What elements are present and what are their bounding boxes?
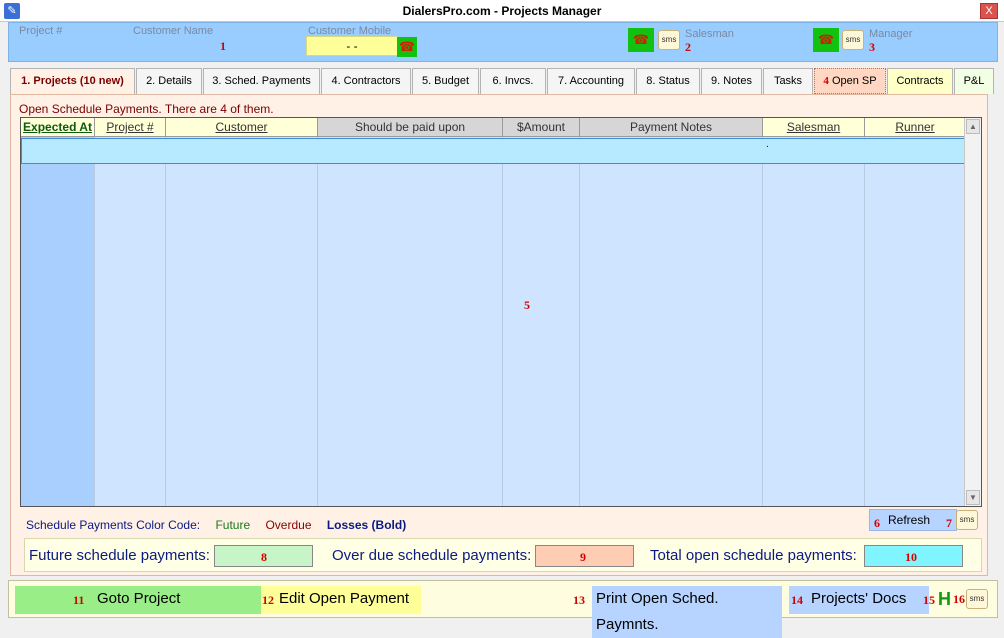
header-runner[interactable]: Runner <box>865 118 966 137</box>
header-expected-at[interactable]: Expected At <box>21 118 95 137</box>
salesman-sms-icon[interactable]: sms <box>658 30 680 50</box>
customer-mobile-field[interactable]: - - <box>306 36 398 56</box>
tab-open-sp-label: Open SP <box>831 75 877 87</box>
marker-1: 1 <box>220 39 226 53</box>
customer-phone-icon[interactable]: ☎ <box>397 37 417 57</box>
bottom-sms-icon[interactable]: sms <box>966 589 988 609</box>
header-customer[interactable]: Customer <box>166 118 318 137</box>
tab-pl[interactable]: P&L <box>954 68 994 94</box>
marker-16: 16 <box>953 592 965 606</box>
scroll-down-icon[interactable]: ▼ <box>966 490 980 505</box>
project-number-label: Project # <box>19 25 63 37</box>
h-button[interactable]: 15 H <box>923 586 953 614</box>
title-bar: ✎ DialersPro.com - Projects Manager X <box>0 0 1004 22</box>
marker-8: 8 <box>261 550 267 564</box>
legend-future: Future <box>215 518 251 532</box>
salesman-phone-icon[interactable]: ☎ <box>628 28 654 52</box>
table-row[interactable]: . <box>21 138 966 164</box>
tab-accounting[interactable]: 7. Accounting <box>547 68 635 94</box>
legend-losses: Losses (Bold) <box>326 518 407 532</box>
tab-projects[interactable]: 1. Projects (10 new) <box>10 68 135 95</box>
manager-phone-icon[interactable]: ☎ <box>813 28 839 52</box>
goto-project-button[interactable]: 11 Goto Project <box>15 586 261 614</box>
tab-sched-payments[interactable]: 3. Sched. Payments <box>203 68 320 94</box>
scroll-up-icon[interactable]: ▲ <box>966 119 980 134</box>
open-payments-grid[interactable]: Expected At Project # Customer Should be… <box>20 117 982 507</box>
h-label: H <box>938 589 951 609</box>
marker-10: 10 <box>905 550 917 564</box>
edit-open-payment-button[interactable]: 12 Edit Open Payment <box>261 586 421 614</box>
tab-details[interactable]: 2. Details <box>136 68 202 94</box>
legend-overdue: Overdue <box>265 518 312 532</box>
project-header: Project # Customer Name 1 Customer Mobil… <box>8 22 998 62</box>
grid-scrollbar[interactable]: ▲ ▼ <box>964 118 981 506</box>
col-payment-notes <box>580 137 763 506</box>
tab-contractors[interactable]: 4. Contractors <box>321 68 411 94</box>
legend-label: Schedule Payments Color Code: <box>26 518 201 532</box>
tab-notes[interactable]: 9. Notes <box>701 68 762 94</box>
customer-name-label: Customer Name <box>133 25 214 37</box>
marker-4: 4 <box>823 75 829 87</box>
marker-5: 5 <box>524 298 530 312</box>
refresh-button[interactable]: 6 Refresh 7 <box>869 509 957 531</box>
marker-6: 6 <box>874 516 880 530</box>
totals-bar: Future schedule payments: 8 Over due sch… <box>24 538 982 572</box>
marker-2: 2 <box>685 40 691 54</box>
marker-14: 14 <box>791 593 803 607</box>
print-open-sched-label: Print Open Sched. Paymnts. <box>592 586 782 638</box>
row-dot: . <box>766 139 769 150</box>
close-button[interactable]: X <box>980 3 998 19</box>
header-should-be-paid[interactable]: Should be paid upon <box>318 118 503 137</box>
marker-3: 3 <box>869 40 875 54</box>
header-payment-notes[interactable]: Payment Notes <box>580 118 763 137</box>
salesman-label: Salesman <box>685 28 734 40</box>
tab-tasks[interactable]: Tasks <box>763 68 813 94</box>
future-payments-label: Future schedule payments: <box>29 547 210 564</box>
window-title: DialersPro.com - Projects Manager <box>402 4 602 18</box>
col-salesman <box>763 137 865 506</box>
total-payments-label: Total open schedule payments: <box>650 547 857 564</box>
overdue-payments-label: Over due schedule payments: <box>332 547 532 564</box>
future-payments-field[interactable]: 8 <box>214 545 313 567</box>
marker-13: 13 <box>573 593 585 607</box>
tab-budget[interactable]: 5. Budget <box>412 68 479 94</box>
refresh-sms-icon[interactable]: sms <box>956 510 978 530</box>
marker-9: 9 <box>580 550 586 564</box>
goto-project-label: Goto Project <box>97 590 181 607</box>
overdue-payments-field[interactable]: 9 <box>535 545 634 567</box>
col-amount <box>503 137 580 506</box>
bottom-toolbar: 11 Goto Project 12 Edit Open Payment 13 … <box>8 580 998 638</box>
tab-status[interactable]: 8. Status <box>636 68 700 94</box>
projects-docs-label: Projects' Docs <box>811 590 907 607</box>
open-sp-panel: Open Schedule Payments. There are 4 of t… <box>10 94 988 576</box>
projects-docs-button[interactable]: 14 Projects' Docs <box>789 586 929 614</box>
col-project <box>95 137 166 506</box>
marker-11: 11 <box>73 593 85 607</box>
header-amount[interactable]: $Amount <box>503 118 580 137</box>
edit-open-payment-label: Edit Open Payment <box>279 590 410 607</box>
tab-invoices[interactable]: 6. Invcs. <box>480 68 546 94</box>
color-code-legend: Schedule Payments Color Code: Future Ove… <box>26 518 418 532</box>
col-expected-at <box>21 137 95 506</box>
marker-15: 15 <box>923 593 935 607</box>
tab-bar: 1. Projects (10 new) 2. Details 3. Sched… <box>10 68 994 95</box>
col-runner <box>865 137 966 506</box>
tab-open-sp[interactable]: 4 Open SP <box>814 68 886 94</box>
marker-12: 12 <box>262 593 274 607</box>
header-salesman[interactable]: Salesman <box>763 118 865 137</box>
print-open-sched-button[interactable]: 13 Print Open Sched. Paymnts. <box>572 586 782 638</box>
refresh-label: Refresh <box>888 513 931 527</box>
col-customer <box>166 137 318 506</box>
col-should-be-paid <box>318 137 503 506</box>
marker-7: 7 <box>946 516 952 530</box>
header-project[interactable]: Project # <box>95 118 166 137</box>
manager-sms-icon[interactable]: sms <box>842 30 864 50</box>
tab-contracts[interactable]: Contracts <box>887 68 953 94</box>
manager-label: Manager <box>869 28 913 40</box>
panel-caption: Open Schedule Payments. There are 4 of t… <box>19 102 274 116</box>
total-payments-field[interactable]: 10 <box>864 545 963 567</box>
